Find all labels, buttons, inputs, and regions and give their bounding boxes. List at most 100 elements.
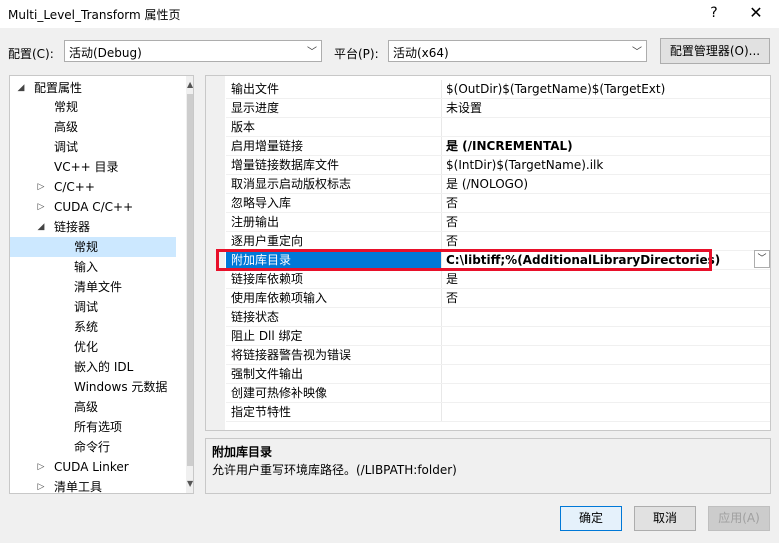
property-value[interactable]: $(OutDir)$(TargetName)$(TargetExt) xyxy=(446,80,665,99)
property-row[interactable]: 链接状态 xyxy=(206,308,770,327)
tree-item-label: C/C++ xyxy=(54,180,95,194)
tree-item-label: 所有选项 xyxy=(74,420,123,434)
property-value[interactable]: 否 xyxy=(446,289,458,308)
tree-item-linker-windows-metadata[interactable]: Windows 元数据 xyxy=(10,377,178,397)
tree-item-linker-embedded-idl[interactable]: 嵌入的 IDL xyxy=(10,357,178,377)
property-row[interactable]: 显示进度 未设置 xyxy=(206,99,770,118)
property-row[interactable]: 指定节特性 xyxy=(206,403,770,422)
tree-item-linker[interactable]: ◢ 链接器 xyxy=(10,217,178,237)
collapsed-icon[interactable]: ▷ xyxy=(36,197,46,217)
tree-item-label: Windows 元数据 xyxy=(74,380,168,394)
chevron-down-icon: ﹀ xyxy=(632,47,642,58)
property-name: 链接状态 xyxy=(231,310,280,324)
tree-item-advanced[interactable]: 高级 xyxy=(10,117,178,137)
property-row[interactable]: 链接库依赖项 是 xyxy=(206,270,770,289)
property-value[interactable]: 否 xyxy=(446,213,458,232)
tree-item-label: 链接器 xyxy=(54,220,91,234)
config-select-value: 活动(Debug) xyxy=(69,46,142,60)
property-row[interactable]: 创建可热修补映像 xyxy=(206,384,770,403)
tree-item-linker-all-options[interactable]: 所有选项 xyxy=(10,417,178,437)
property-row[interactable]: 使用库依赖项输入 否 xyxy=(206,289,770,308)
property-value[interactable]: 是 (/INCREMENTAL) xyxy=(446,137,573,156)
tree-item-vc-directories[interactable]: VC++ 目录 xyxy=(10,157,178,177)
apply-button[interactable]: 应用(A) xyxy=(708,506,770,531)
property-row[interactable]: 注册输出 否 xyxy=(206,213,770,232)
tree-item-label: 清单工具 xyxy=(54,480,103,494)
ok-button[interactable]: 确定 xyxy=(560,506,622,531)
scroll-down-icon[interactable]: ▼ xyxy=(187,479,193,488)
tree-item-linker-system[interactable]: 系统 xyxy=(10,317,178,337)
scroll-up-icon[interactable]: ▲ xyxy=(187,80,193,89)
window-title: Multi_Level_Transform 属性页 xyxy=(8,8,181,22)
tree-item-label: 输入 xyxy=(74,260,99,274)
tree-item-cuda-linker[interactable]: ▷ CUDA Linker xyxy=(10,457,178,477)
platform-select[interactable]: 活动(x64) ﹀ xyxy=(388,40,647,62)
description-panel: 附加库目录 允许用户重写环境库路径。(/LIBPATH:folder) xyxy=(205,438,771,494)
tree-item-cuda-c-cpp[interactable]: ▷ CUDA C/C++ xyxy=(10,197,178,217)
property-row[interactable]: 启用增量链接 是 (/INCREMENTAL) xyxy=(206,137,770,156)
property-value[interactable]: 是 (/NOLOGO) xyxy=(446,175,528,194)
tree-item-linker-general[interactable]: 常规 xyxy=(10,237,176,257)
property-name: 创建可热修补映像 xyxy=(231,386,328,400)
category-tree[interactable]: ◢ 配置属性 常规 高级 调试 VC++ 目录 ▷ C/C++ ▷ CUDA C… xyxy=(9,75,194,494)
platform-select-value: 活动(x64) xyxy=(393,46,449,60)
tree-scrollbar-thumb[interactable] xyxy=(187,94,193,466)
tree-item-config-properties[interactable]: ◢ 配置属性 xyxy=(10,78,178,98)
tree-item-label: 优化 xyxy=(74,340,99,354)
tree-item-label: 命令行 xyxy=(74,440,111,454)
property-value[interactable]: $(IntDir)$(TargetName).ilk xyxy=(446,156,603,175)
property-name: 注册输出 xyxy=(231,215,280,229)
help-button[interactable]: ? xyxy=(700,2,728,24)
tree-item-label: 高级 xyxy=(74,400,99,414)
tree-item-linker-input[interactable]: 输入 xyxy=(10,257,178,277)
tree-item-label: VC++ 目录 xyxy=(54,160,119,174)
property-name: 指定节特性 xyxy=(231,405,292,419)
expanded-icon[interactable]: ◢ xyxy=(36,217,46,237)
tree-item-linker-advanced[interactable]: 高级 xyxy=(10,397,178,417)
property-row[interactable]: 强制文件输出 xyxy=(206,365,770,384)
property-name: 启用增量链接 xyxy=(231,139,304,153)
property-row[interactable]: 取消显示启动版权标志 是 (/NOLOGO) xyxy=(206,175,770,194)
property-name: 将链接器警告视为错误 xyxy=(231,348,352,362)
tree-item-debugging[interactable]: 调试 xyxy=(10,137,178,157)
cancel-button[interactable]: 取消 xyxy=(634,506,696,531)
property-name: 使用库依赖项输入 xyxy=(231,291,328,305)
highlight-annotation xyxy=(216,249,712,271)
tree-item-manifest-tool[interactable]: ▷ 清单工具 xyxy=(10,477,178,494)
property-row[interactable]: 增量链接数据库文件 $(IntDir)$(TargetName).ilk xyxy=(206,156,770,175)
expanded-icon[interactable]: ◢ xyxy=(16,78,26,98)
collapsed-icon[interactable]: ▷ xyxy=(36,177,46,197)
property-value[interactable]: 否 xyxy=(446,194,458,213)
tree-item-linker-optimization[interactable]: 优化 xyxy=(10,337,178,357)
tree-item-label: 嵌入的 IDL xyxy=(74,360,134,374)
property-row[interactable]: 版本 xyxy=(206,118,770,137)
value-dropdown-button[interactable]: ﹀ xyxy=(754,250,770,268)
collapsed-icon[interactable]: ▷ xyxy=(36,457,46,477)
tree-item-label: 常规 xyxy=(74,240,99,254)
tree-item-linker-command-line[interactable]: 命令行 xyxy=(10,437,178,457)
property-row[interactable]: 阻止 Dll 绑定 xyxy=(206,327,770,346)
tree-item-linker-manifest[interactable]: 清单文件 xyxy=(10,277,178,297)
description-text: 允许用户重写环境库路径。(/LIBPATH:folder) xyxy=(212,463,457,477)
config-manager-button[interactable]: 配置管理器(O)... xyxy=(660,38,770,64)
tree-item-label: 调试 xyxy=(74,300,99,314)
property-row[interactable]: 输出文件 $(OutDir)$(TargetName)$(TargetExt) xyxy=(206,80,770,99)
tree-item-general[interactable]: 常规 xyxy=(10,97,178,117)
tree-item-label: 调试 xyxy=(54,140,79,154)
tree-item-label: 高级 xyxy=(54,120,79,134)
tree-item-label: 系统 xyxy=(74,320,99,334)
property-row[interactable]: 忽略导入库 否 xyxy=(206,194,770,213)
tree-item-linker-debugging[interactable]: 调试 xyxy=(10,297,178,317)
property-value[interactable]: 是 xyxy=(446,270,458,289)
property-name: 版本 xyxy=(231,120,256,134)
tree-item-label: 配置属性 xyxy=(34,81,83,95)
property-name: 忽略导入库 xyxy=(231,196,292,210)
property-value[interactable]: 未设置 xyxy=(446,99,482,118)
tree-item-label: CUDA C/C++ xyxy=(54,200,134,214)
config-select[interactable]: 活动(Debug) ﹀ xyxy=(64,40,322,62)
property-row[interactable]: 将链接器警告视为错误 xyxy=(206,346,770,365)
tree-item-c-cpp[interactable]: ▷ C/C++ xyxy=(10,177,178,197)
property-name: 强制文件输出 xyxy=(231,367,304,381)
close-button[interactable]: ✕ xyxy=(740,2,772,24)
collapsed-icon[interactable]: ▷ xyxy=(36,477,46,493)
